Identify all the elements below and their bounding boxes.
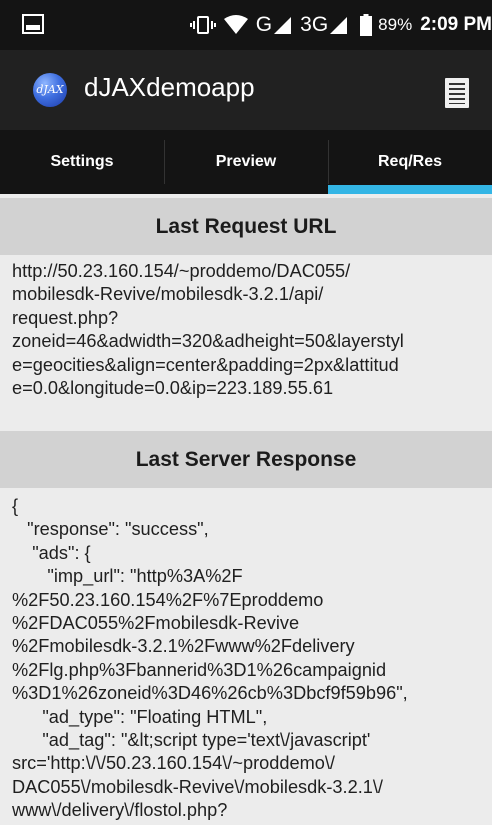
tab-settings[interactable]: Settings xyxy=(0,130,164,194)
overflow-menu-icon[interactable] xyxy=(445,78,469,108)
response-section-header: Last Server Response xyxy=(0,431,492,488)
tab-req-res[interactable]: Req/Res xyxy=(328,130,492,194)
app-logo-icon: dJAX xyxy=(33,73,67,107)
request-url-text: http://50.23.160.154/~proddemo/DAC055/ m… xyxy=(12,261,404,399)
battery-icon xyxy=(360,14,373,36)
status-bar: G 3G 89% 2:09 PM xyxy=(0,0,492,50)
screenshot-notification-icon xyxy=(22,14,44,34)
signal-icon-secondary xyxy=(330,17,348,34)
signal-icon xyxy=(274,17,292,34)
tab-bar: Settings Preview Req/Res xyxy=(0,130,492,194)
request-section-header: Last Request URL xyxy=(0,198,492,255)
action-bar: dJAX dJAXdemoapp xyxy=(0,50,492,130)
tab-preview[interactable]: Preview xyxy=(164,130,328,194)
vibrate-icon xyxy=(189,16,216,34)
response-body-text: { "response": "success", "ads": { "imp_u… xyxy=(12,496,408,821)
battery-percent: 89% xyxy=(378,15,413,34)
network-type: G xyxy=(255,13,273,36)
network-type-secondary: 3G xyxy=(300,13,329,36)
wifi-icon xyxy=(223,15,248,34)
clock: 2:09 PM xyxy=(420,14,492,35)
app-title: dJAXdemoapp xyxy=(84,72,255,102)
